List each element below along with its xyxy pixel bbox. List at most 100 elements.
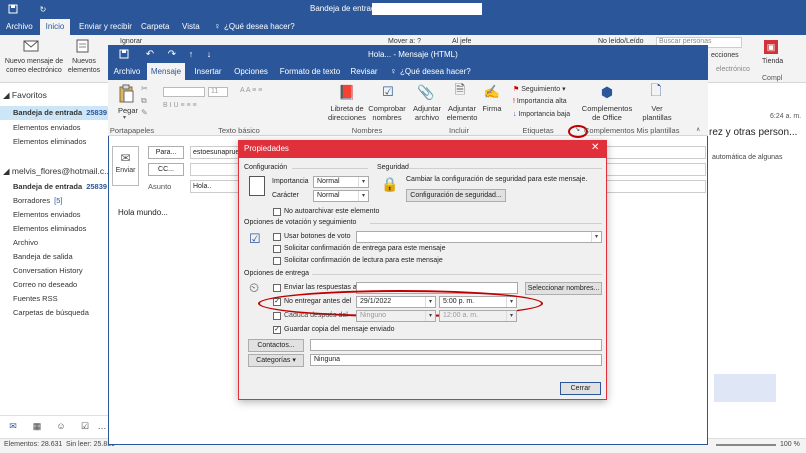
more-icon[interactable]: … [98,421,107,431]
read-receipt-checkbox[interactable] [273,257,281,265]
tab-archivo[interactable]: Archivo [6,22,33,31]
office-addins-button[interactable]: Complementos de Office [582,104,632,122]
to-boss-button[interactable]: Al jefe [452,38,471,45]
redo-icon[interactable]: ↷ [166,47,178,61]
fav-deleted[interactable]: Elementos eliminados [0,135,108,149]
paste-dropdown-icon[interactable]: ▾ [123,114,126,121]
expires-time-select[interactable]: 12:00 a. m. ▾ [439,310,517,322]
tab-opciones[interactable]: Opciones [232,63,270,80]
delivery-receipt-checkbox[interactable] [273,245,281,253]
save-copy-checkbox[interactable]: ✓ [273,326,281,334]
address-book-icon[interactable]: 📕 [337,83,357,101]
contacts-field[interactable] [310,339,602,351]
zoom-slider[interactable] [716,444,776,446]
copy-icon[interactable]: ⧉ [141,96,147,106]
tab-carpeta[interactable]: Carpeta [141,22,169,31]
folder-junk[interactable]: Correo no deseado [0,278,108,292]
collapse-ribbon-icon[interactable]: ∧ [696,126,700,133]
up-arrow-icon[interactable]: ↑ [186,47,196,61]
attach-item-button[interactable]: Adjuntar elemento [442,104,482,122]
store-button[interactable]: Tienda [762,58,783,65]
message-body[interactable]: Hola mundo... [118,208,168,217]
check-names-button[interactable]: Comprobar nombres [366,104,408,122]
folder-search[interactable]: Carpetas de búsqueda [0,306,108,320]
tab-revisar[interactable]: Revisar [348,63,380,80]
folder-rss[interactable]: Fuentes RSS [0,292,108,306]
voting-select[interactable]: ▾ [356,231,602,243]
folder-conversation-history[interactable]: Conversation History [0,264,108,278]
tab-archivo[interactable]: Archivo [111,63,143,80]
paste-icon[interactable] [117,84,135,104]
people-icon[interactable]: ☺ [56,421,66,431]
send-button[interactable]: ✉ Enviar [112,146,139,186]
move-to-button[interactable]: Mover a: ? [388,38,421,45]
undo-icon[interactable]: ↶ [144,47,156,61]
view-templates-button[interactable]: Ver plantillas [640,104,674,122]
tab-formato-de-texto[interactable]: Formato de texto [278,63,342,80]
store-icon[interactable]: ▣ [764,40,778,54]
folder-sent[interactable]: Elementos enviados [0,208,108,222]
security-settings-button[interactable]: Configuración de seguridad... [406,189,506,202]
folder-archive[interactable]: Archivo [0,236,108,250]
no-autoarchive-checkbox[interactable] [273,208,281,216]
attach-file-icon[interactable]: 📎 [417,83,434,101]
templates-icon[interactable]: 🗋 [648,82,664,101]
font-size-box[interactable]: 11 [208,87,228,97]
tab-mensaje[interactable]: Mensaje [147,63,185,80]
low-importance-button[interactable]: ↓ Importancia baja [513,111,570,118]
contacts-button[interactable]: Contactos... [248,339,304,352]
expires-checkbox[interactable] [273,312,281,320]
calendar-icon[interactable]: ▦ [32,421,42,431]
format-painter-icon[interactable]: ✎ [141,108,148,117]
new-items-icon[interactable] [74,38,92,54]
expires-date-select[interactable]: Ninguno ▾ [356,310,436,322]
close-button[interactable]: Cerrar [560,382,601,395]
select-names-button[interactable]: Seleccionar nombres... [525,282,602,295]
address-book-button[interactable]: Libreta de direcciones [325,104,369,122]
collections-button[interactable]: ecciones [711,52,739,59]
cut-icon[interactable]: ✂ [141,84,148,93]
new-email-icon[interactable] [22,38,40,54]
followup-button[interactable]: ⚑ Seguimiento ▾ [513,85,566,93]
tab-vista[interactable]: Vista [182,22,200,31]
to-button[interactable]: Para... [148,146,184,159]
sync-icon[interactable]: ↻ [36,2,50,16]
folder-inbox[interactable]: Bandeja de entrada 25839 [0,180,108,194]
high-importance-button[interactable]: ! Importancia alta [513,98,567,105]
cc-button[interactable]: CC... [148,163,184,176]
signature-icon[interactable]: ✍ [484,83,500,101]
tell-me-search[interactable]: ¿Qué desea hacer? [224,22,295,31]
tasks-icon[interactable]: ☑ [80,421,90,431]
categories-field[interactable]: Ninguna [310,354,602,366]
message-tell-me[interactable]: ¿Qué desea hacer? [400,67,471,76]
send-replies-checkbox[interactable] [273,284,281,292]
character-select[interactable]: Normal ▾ [313,190,369,202]
tab-inicio[interactable]: Inicio [40,19,70,35]
font-name-box[interactable] [163,87,205,97]
use-voting-checkbox[interactable] [273,233,281,241]
favorites-header[interactable]: ◢ Favoritos [3,90,47,101]
font-format-icons[interactable]: B I U ≡ ≡ ≡ [163,102,197,109]
save-icon[interactable] [6,2,20,16]
folder-deleted[interactable]: Elementos eliminados [0,222,108,236]
down-arrow-icon[interactable]: ↓ [204,47,214,61]
fav-sent[interactable]: Elementos enviados [0,121,108,135]
tab-enviar-y-recibir[interactable]: Enviar y recibir [79,22,132,31]
new-email-button[interactable]: Nuevo mensaje de correo electrónico [3,57,65,75]
importance-select[interactable]: Normal ▾ [313,176,369,188]
check-names-icon[interactable]: ☑ [378,83,398,101]
font-color-icons[interactable]: A A ≡ ≡ [240,87,262,94]
fav-inbox[interactable]: Bandeja de entrada 25839 [0,106,108,120]
close-icon[interactable]: ✕ [591,142,599,153]
ignore-button[interactable]: Ignorar [120,38,142,45]
mail-icon[interactable]: ✉ [8,421,18,431]
save-icon[interactable] [118,48,130,60]
signature-button[interactable]: Firma [480,104,504,113]
tab-insertar[interactable]: Insertar [190,63,226,80]
attach-item-icon[interactable]: 🗎 [452,82,468,101]
categories-button[interactable]: Categorías ▾ [248,354,304,367]
folder-outbox[interactable]: Bandeja de salida [0,250,108,264]
unread-read-button[interactable]: No leído/Leído [598,38,644,45]
account-header[interactable]: ◢ melvis_flores@hotmail.c... [3,166,111,177]
attach-file-button[interactable]: Adjuntar archivo [410,104,444,122]
